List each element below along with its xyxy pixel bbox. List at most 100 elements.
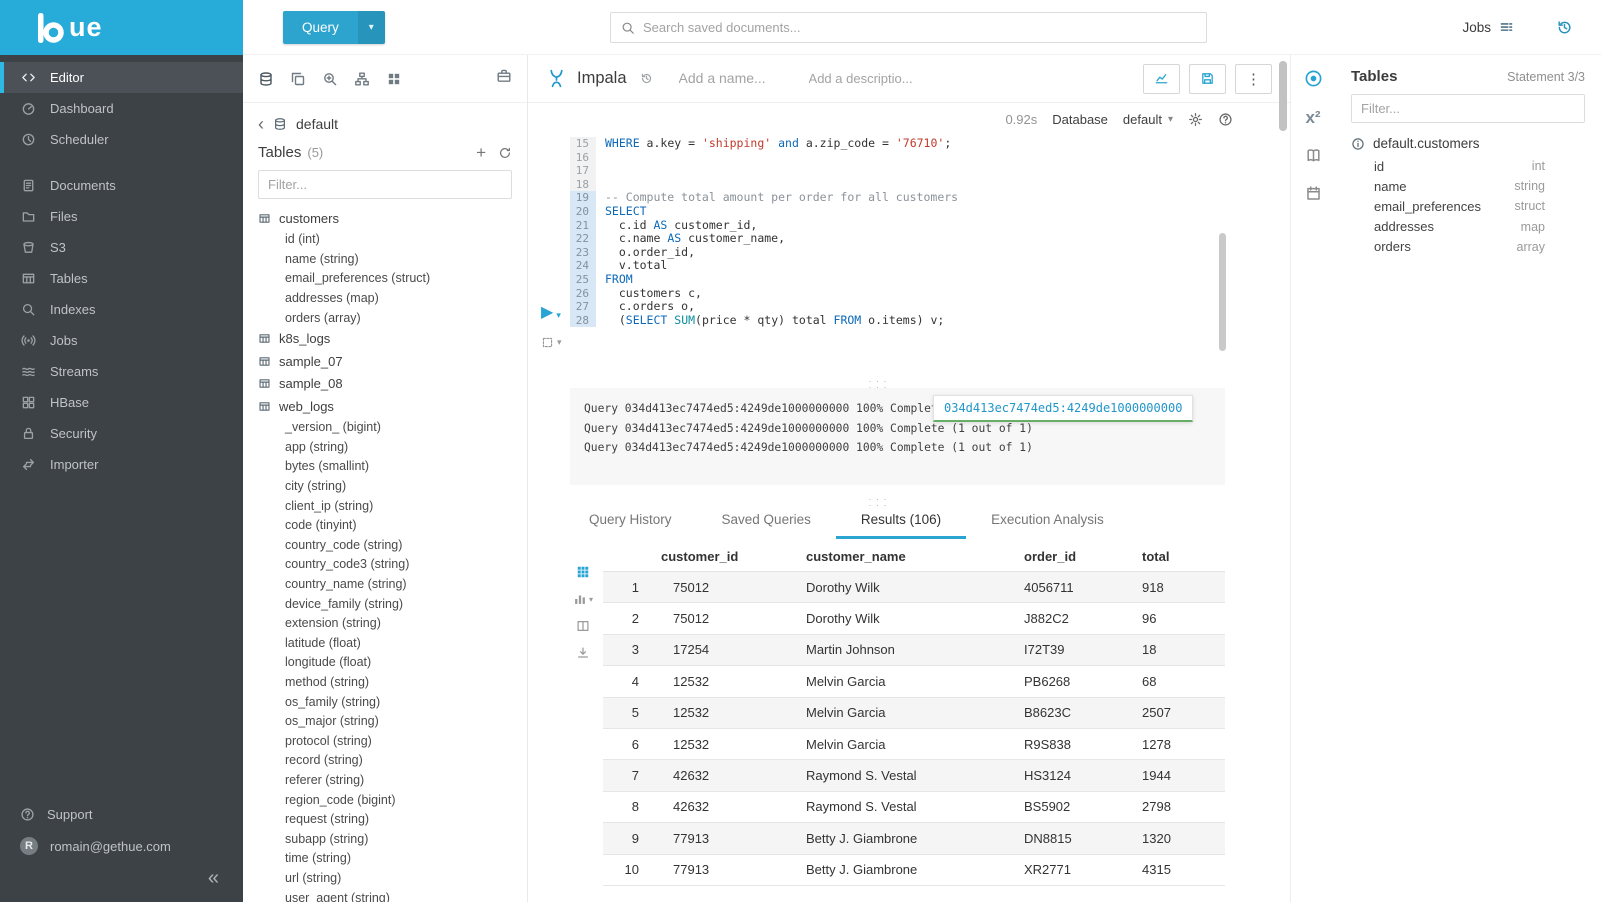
column-row[interactable]: namestring — [1351, 176, 1585, 196]
sidebar-item-support[interactable]: Support — [0, 798, 243, 830]
sidebar-item-streams[interactable]: Streams — [0, 356, 243, 387]
assist-column[interactable]: country_code3 (string) — [258, 555, 527, 575]
assist-column[interactable]: record (string) — [258, 751, 527, 771]
query-name-input[interactable] — [679, 70, 791, 86]
assist-column[interactable]: user_agent (string) — [258, 888, 527, 902]
sidebar-item-user[interactable]: R romain@gethue.com — [0, 830, 243, 862]
hue-logo[interactable]: ue — [0, 0, 243, 55]
back-chevron-icon[interactable]: ‹ — [258, 115, 264, 133]
table-row[interactable]: 742632Raymond S. VestalHS31241944 — [603, 760, 1225, 791]
download-icon[interactable] — [573, 646, 593, 660]
sidebar-item-editor[interactable]: Editor — [0, 62, 243, 93]
assist-column[interactable]: os_family (string) — [258, 692, 527, 712]
sidebar-item-scheduler[interactable]: Scheduler — [0, 124, 243, 155]
assist-column[interactable]: referer (string) — [258, 770, 527, 790]
table-row[interactable]: 612532Melvin GarciaR9S8381278 — [603, 729, 1225, 760]
execute-options-caret[interactable]: ▾ — [556, 310, 561, 321]
chart-button[interactable] — [1143, 64, 1180, 94]
assist-filter-input[interactable] — [258, 170, 512, 199]
sitemap-icon[interactable] — [354, 71, 370, 87]
assist-column[interactable]: bytes (smallint) — [258, 457, 527, 477]
assist-column[interactable]: id (int) — [258, 230, 527, 250]
sidebar-item-indexes[interactable]: Indexes — [0, 294, 243, 325]
assist-column[interactable]: subapp (string) — [258, 829, 527, 849]
search-input[interactable] — [643, 20, 1196, 35]
assist-table-sample-08[interactable]: sample_08 — [258, 372, 527, 395]
schedule-calendar-icon[interactable] — [1305, 185, 1322, 202]
assist-column[interactable]: code (tinyint) — [258, 515, 527, 535]
column-row[interactable]: ordersarray — [1351, 237, 1585, 257]
table-row[interactable]: 512532Melvin GarciaB8623C2507 — [603, 698, 1225, 729]
assist-column[interactable]: latitude (float) — [258, 633, 527, 653]
code-scrollbar[interactable] — [1219, 233, 1226, 351]
assist-compass-icon[interactable] — [1304, 69, 1323, 88]
apps-grid-icon[interactable] — [386, 71, 402, 87]
tab-execution-analysis[interactable]: Execution Analysis — [966, 504, 1129, 539]
briefcase-icon[interactable] — [496, 68, 512, 84]
assist-column[interactable]: country_code (string) — [258, 535, 527, 555]
reload-editor-icon[interactable] — [640, 72, 653, 85]
main-scrollbar[interactable] — [1279, 61, 1287, 131]
column-header-total[interactable]: total — [1136, 549, 1225, 564]
assist-column[interactable]: name (string) — [258, 249, 527, 269]
assist-column[interactable]: request (string) — [258, 809, 527, 829]
database-name[interactable]: default — [296, 116, 338, 132]
assist-column[interactable]: _version_ (bigint) — [258, 417, 527, 437]
assist-column[interactable]: time (string) — [258, 849, 527, 869]
table-row[interactable]: 1077913Betty J. GiambroneXR27714315 — [603, 855, 1225, 886]
sidebar-item-security[interactable]: Security — [0, 418, 243, 449]
grid-view-icon[interactable] — [573, 565, 593, 579]
sidebar-item-files[interactable]: Files — [0, 201, 243, 232]
databases-icon[interactable] — [258, 71, 274, 87]
new-query-button[interactable]: Query ▾ — [283, 11, 385, 44]
query-dropdown-caret[interactable]: ▾ — [358, 11, 385, 44]
table-row[interactable]: 275012Dorothy WilkJ882C296 — [603, 603, 1225, 634]
assist-column[interactable]: country_name (string) — [258, 574, 527, 594]
zoom-in-icon[interactable] — [322, 71, 338, 87]
column-row[interactable]: email_preferencesstruct — [1351, 196, 1585, 216]
assist-column[interactable]: orders (array) — [258, 308, 527, 328]
language-reference-icon[interactable] — [1305, 147, 1322, 164]
chart-view-toggle[interactable]: ▾ — [573, 592, 593, 606]
assist-column[interactable]: email_preferences (struct) — [258, 269, 527, 289]
column-row[interactable]: idint — [1351, 156, 1585, 176]
assist-column[interactable]: region_code (bigint) — [258, 790, 527, 810]
sidebar-item-dashboard[interactable]: Dashboard — [0, 93, 243, 124]
history-icon[interactable] — [1556, 19, 1573, 36]
assist-table-web-logs[interactable]: web_logs — [258, 395, 527, 418]
assist-column[interactable]: url (string) — [258, 868, 527, 888]
assist-column[interactable]: device_family (string) — [258, 594, 527, 614]
table-row[interactable]: 175012Dorothy Wilk4056711918 — [603, 572, 1225, 603]
column-row[interactable]: addressesmap — [1351, 217, 1585, 237]
assist-column[interactable]: client_ip (string) — [258, 496, 527, 516]
add-table-icon[interactable]: + — [476, 144, 486, 161]
table-row[interactable]: 842632Raymond S. VestalBS59022798 — [603, 792, 1225, 823]
collapse-sidebar-icon[interactable]: « — [208, 868, 219, 888]
refresh-icon[interactable] — [498, 146, 512, 160]
active-table-row[interactable]: default.customers — [1351, 136, 1585, 151]
columns-view-icon[interactable] — [573, 619, 593, 633]
assist-column[interactable]: app (string) — [258, 437, 527, 457]
column-header-order-id[interactable]: order_id — [1018, 549, 1136, 564]
gear-icon[interactable] — [1188, 112, 1203, 127]
query-description-input[interactable] — [809, 71, 931, 86]
tab-query-history[interactable]: Query History — [564, 504, 697, 539]
more-actions-button[interactable]: ⋮ — [1235, 64, 1272, 94]
assist-table-sample-07[interactable]: sample_07 — [258, 350, 527, 373]
assist-column[interactable]: os_major (string) — [258, 711, 527, 731]
functions-icon[interactable]: x² — [1305, 109, 1320, 126]
sidebar-item-importer[interactable]: Importer — [0, 449, 243, 480]
assist-table-customers[interactable]: customers — [258, 207, 527, 230]
column-header-customer-name[interactable]: customer_name — [800, 549, 1018, 564]
assist-column[interactable]: longitude (float) — [258, 653, 527, 673]
format-button[interactable]: ▾ — [541, 336, 562, 349]
help-icon[interactable] — [1218, 112, 1233, 127]
assist-column[interactable]: extension (string) — [258, 613, 527, 633]
code-editor[interactable]: 15WHERE a.key = 'shipping' and a.zip_cod… — [528, 137, 1290, 327]
database-select[interactable]: default ▾ — [1123, 112, 1173, 127]
right-filter-input[interactable] — [1351, 94, 1585, 123]
sidebar-item-documents[interactable]: Documents — [0, 170, 243, 201]
table-row[interactable]: 317254Martin JohnsonI72T3918 — [603, 635, 1225, 666]
assist-table-k8s-logs[interactable]: k8s_logs — [258, 327, 527, 350]
assist-column[interactable]: method (string) — [258, 672, 527, 692]
